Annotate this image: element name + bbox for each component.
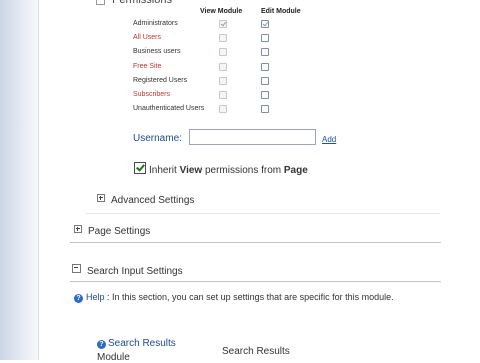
help-label[interactable]: Help xyxy=(86,292,105,302)
role-name: Unauthenticated Users xyxy=(133,105,205,113)
divider xyxy=(70,281,441,282)
divider xyxy=(70,242,441,243)
inherit-permissions-checkbox[interactable] xyxy=(134,162,146,174)
inherit-middle-text: permissions from xyxy=(202,165,284,176)
view-module-checkbox[interactable] xyxy=(219,20,227,28)
inherit-page-text: Page xyxy=(283,165,308,176)
minus-box-icon xyxy=(96,0,105,5)
permissions-section-label-cut: Permissions xyxy=(112,0,172,6)
view-module-checkbox[interactable] xyxy=(219,62,227,71)
edit-module-checkbox[interactable] xyxy=(261,48,269,57)
inherit-prefix-text: Inherit xyxy=(149,165,180,176)
view-module-checkbox[interactable] xyxy=(219,91,227,99)
edit-module-checkbox[interactable] xyxy=(261,20,269,28)
advanced-settings-label[interactable]: Advanced Settings xyxy=(111,195,194,206)
username-input[interactable] xyxy=(189,129,316,145)
plus-box-icon[interactable] xyxy=(74,225,82,233)
view-module-checkbox[interactable] xyxy=(219,76,227,85)
edit-module-checkbox[interactable] xyxy=(261,62,269,71)
search-results-value: Search Results xyxy=(222,346,290,357)
permission-row: Business users xyxy=(133,46,293,58)
left-sidebar-strip xyxy=(0,0,39,360)
page-settings-label[interactable]: Page Settings xyxy=(88,226,150,237)
view-module-checkbox[interactable] xyxy=(219,48,227,57)
username-label: Username: xyxy=(133,133,182,144)
role-name: Business users xyxy=(133,48,181,56)
search-input-settings-label[interactable]: Search Input Settings xyxy=(87,266,183,277)
plus-box-icon[interactable] xyxy=(97,194,105,202)
edit-module-checkbox[interactable] xyxy=(261,34,269,43)
permissions-grid-header: View Module Edit Module xyxy=(200,8,301,15)
divider xyxy=(85,213,440,214)
role-name: All Users xyxy=(133,34,162,42)
edit-module-checkbox[interactable] xyxy=(261,105,269,114)
role-name: Administrators xyxy=(133,20,178,27)
role-name: Subscribers xyxy=(133,91,170,98)
view-module-checkbox[interactable] xyxy=(219,34,227,43)
permission-row: Registered Users xyxy=(133,75,293,87)
search-results-label[interactable]: Search Results xyxy=(108,338,176,349)
permission-row: Unauthenticated Users xyxy=(133,103,293,115)
view-module-column-header: View Module xyxy=(200,8,243,15)
permission-row: Free Site xyxy=(133,61,293,73)
question-icon[interactable]: ? xyxy=(97,340,106,349)
permission-row: All Users xyxy=(133,32,293,44)
edit-module-checkbox[interactable] xyxy=(261,76,269,85)
edit-module-checkbox[interactable] xyxy=(261,91,269,99)
permission-row: Subscribers xyxy=(133,89,293,101)
add-user-link[interactable]: Add xyxy=(322,135,336,144)
role-name: Registered Users xyxy=(133,76,188,84)
edit-module-column-header: Edit Module xyxy=(260,8,301,15)
question-icon[interactable]: ? xyxy=(74,294,83,303)
page-settings-section[interactable]: Page Settings xyxy=(74,225,150,237)
help-text-block: ? Help : In this section, you can set up … xyxy=(74,291,434,303)
role-name: Free Site xyxy=(133,62,162,70)
view-module-checkbox[interactable] xyxy=(219,105,227,114)
help-description: : In this section, you can set up settin… xyxy=(107,292,394,302)
search-results-field-label[interactable]: ? Search Results xyxy=(97,338,176,349)
permission-row: Administrators xyxy=(133,18,293,30)
module-label-cut: Module xyxy=(97,352,130,363)
inherit-view-text: View xyxy=(179,165,203,176)
inherit-permissions-row[interactable]: Inherit View permissions from Page xyxy=(134,162,308,176)
permissions-section-header-cut: Permissions xyxy=(96,0,172,6)
search-input-settings-section[interactable]: Search Input Settings xyxy=(72,264,183,277)
minus-box-icon[interactable] xyxy=(72,264,81,273)
advanced-settings-section[interactable]: Advanced Settings xyxy=(97,194,194,206)
